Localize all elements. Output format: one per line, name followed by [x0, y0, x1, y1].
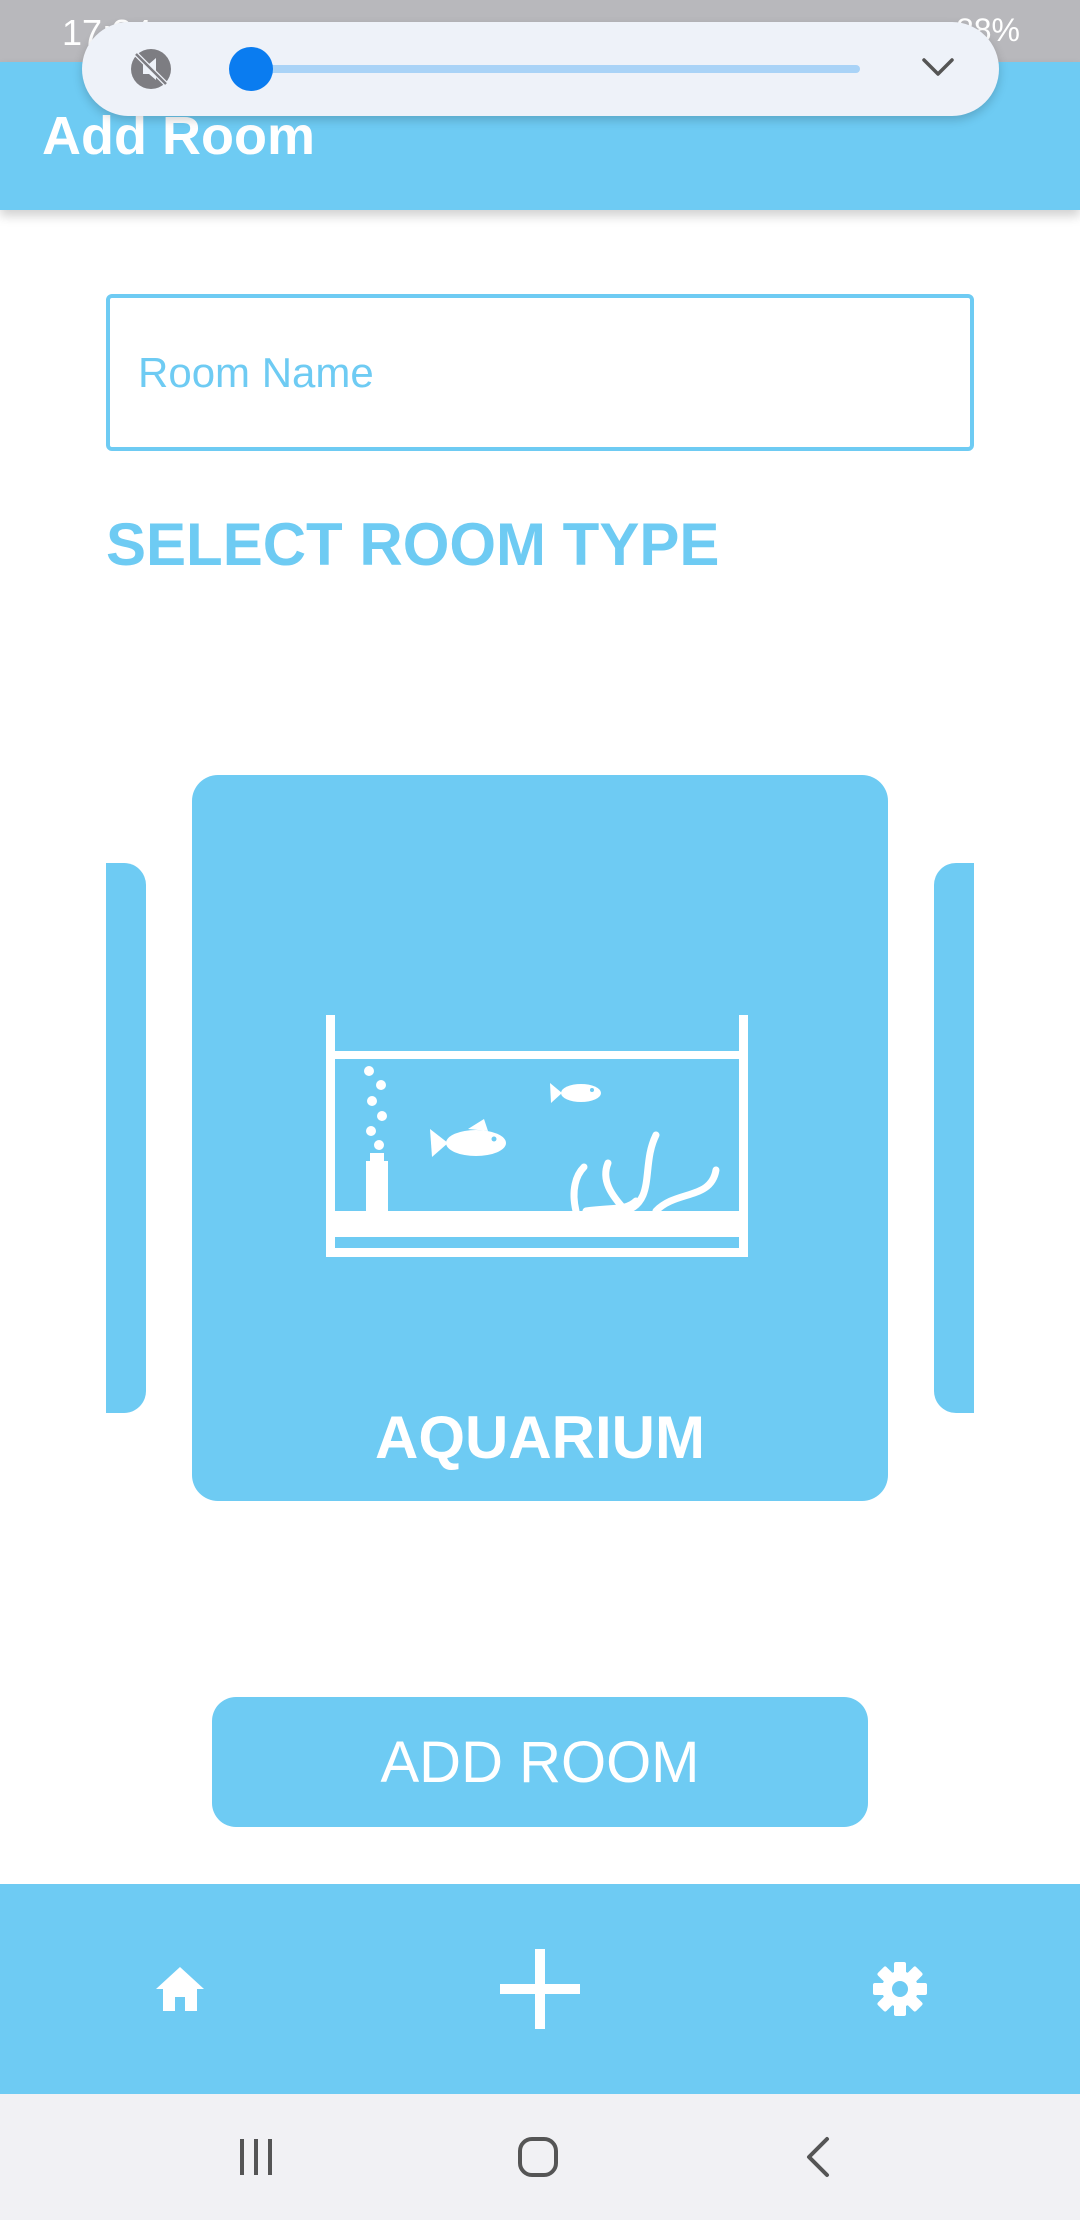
- system-back-button[interactable]: [738, 2094, 898, 2220]
- plus-icon: [500, 1949, 580, 2029]
- bottom-navigation: [0, 1884, 1080, 2094]
- aquarium-icon: [326, 1015, 748, 1257]
- volume-slider-track[interactable]: [232, 65, 860, 73]
- previous-room-type-card[interactable]: [106, 863, 146, 1413]
- add-room-button[interactable]: ADD ROOM: [212, 1697, 868, 1827]
- home-circle-icon: [518, 2137, 558, 2177]
- system-navigation-bar: [0, 2094, 1080, 2220]
- nav-home-button[interactable]: [100, 1884, 260, 2094]
- recents-icon: [240, 2139, 272, 2175]
- system-home-button[interactable]: [458, 2094, 618, 2220]
- nav-settings-button[interactable]: [820, 1884, 980, 2094]
- room-type-card-aquarium[interactable]: AQUARIUM: [192, 775, 888, 1501]
- volume-control-panel: [82, 22, 999, 116]
- system-recents-button[interactable]: [176, 2094, 336, 2220]
- room-name-input[interactable]: [106, 294, 974, 451]
- next-room-type-card[interactable]: [934, 863, 974, 1413]
- volume-slider-thumb[interactable]: [228, 47, 273, 91]
- chevron-down-icon[interactable]: [918, 52, 958, 82]
- nav-add-button[interactable]: [460, 1884, 620, 2094]
- gear-icon: [873, 1962, 927, 2016]
- section-title: SELECT ROOM TYPE: [106, 511, 720, 578]
- mute-icon[interactable]: [126, 44, 176, 94]
- back-icon: [807, 2137, 829, 2177]
- home-icon: [156, 1967, 204, 2011]
- room-type-label: AQUARIUM: [375, 1404, 705, 1471]
